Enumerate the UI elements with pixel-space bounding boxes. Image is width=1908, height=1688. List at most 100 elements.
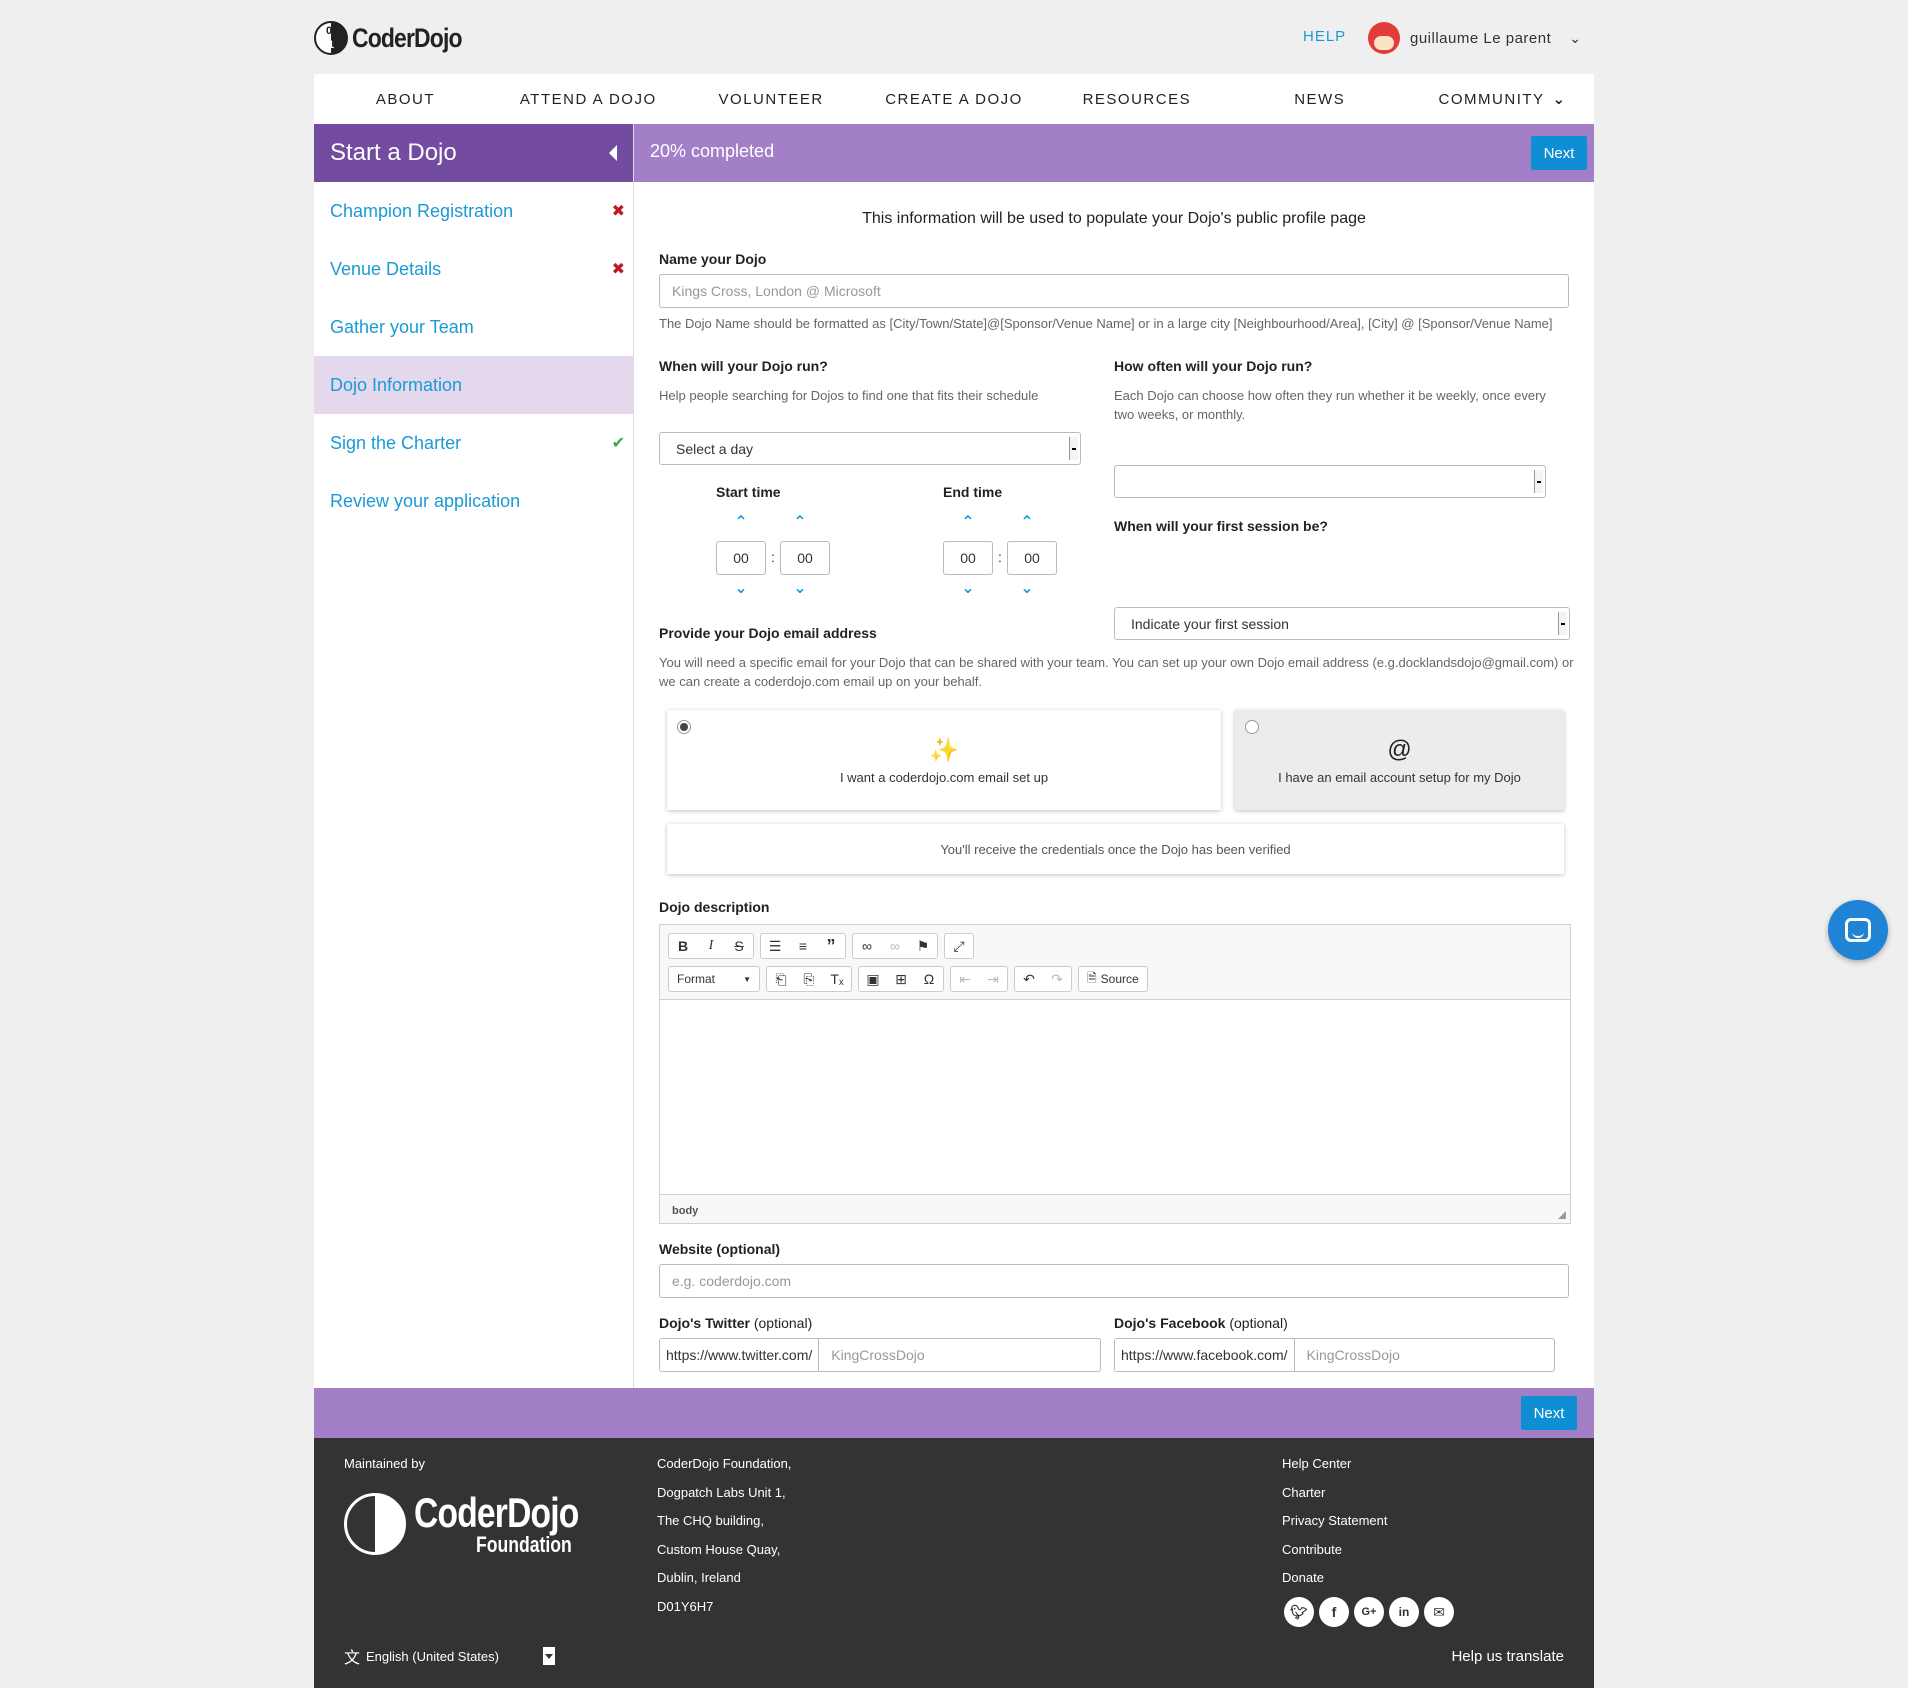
end-minute-input[interactable]: 00 (1007, 541, 1057, 575)
link-icon[interactable]: ∞ (853, 934, 881, 958)
twitter-icon[interactable]: 🐦︎ (1284, 1597, 1314, 1627)
email-option-radio[interactable] (1245, 720, 1259, 734)
facebook-input[interactable]: KingCrossDojo (1295, 1339, 1412, 1371)
dojo-name-input[interactable]: Kings Cross, London @ Microsoft (659, 274, 1569, 308)
help-link[interactable]: HELP (1303, 28, 1346, 45)
sidebar-title: Start a Dojo (330, 139, 457, 166)
end-minute-down-icon[interactable]: ⌄ (1002, 578, 1052, 598)
end-minute-up-icon[interactable]: ⌃ (1002, 512, 1052, 532)
language-selector[interactable]: 文 English (United States) (344, 1644, 555, 1668)
chevron-down-icon: ⌄ (1569, 29, 1582, 46)
when-hint: Help people searching for Dojos to find … (659, 388, 1039, 403)
start-hour-up-icon[interactable]: ⌃ (716, 512, 766, 532)
email-option-label: I want a coderdojo.com email set up (839, 770, 1049, 785)
numbered-list-icon[interactable]: ≡ (789, 934, 817, 958)
bold-icon[interactable]: B (669, 934, 697, 958)
source-button[interactable]: 🗎 Source (1078, 966, 1148, 992)
frequency-select[interactable] (1114, 465, 1546, 498)
facebook-icon[interactable]: f (1319, 1597, 1349, 1627)
indent-icon[interactable]: ⇥ (979, 967, 1007, 991)
email-option-radio[interactable] (677, 720, 691, 734)
footer-link-privacy[interactable]: Privacy Statement (1282, 1513, 1388, 1542)
address-line: Custom House Quay, (657, 1541, 781, 1557)
outdent-icon[interactable]: ⇤ (951, 967, 979, 991)
footer-link-donate[interactable]: Donate (1282, 1570, 1388, 1599)
anchor-flag-icon[interactable]: ⚑ (909, 934, 937, 958)
nav-create-a-dojo[interactable]: CREATE A DOJO (863, 74, 1046, 124)
start-minute-input[interactable]: 00 (780, 541, 830, 575)
paste-text-icon[interactable]: ⎘ (795, 967, 823, 991)
first-session-select[interactable]: Indicate your first session (1114, 607, 1570, 640)
address-line: Dublin, Ireland (657, 1570, 741, 1585)
sidebar-header[interactable]: Start a Dojo (314, 124, 633, 182)
linkedin-icon[interactable]: in (1389, 1597, 1419, 1627)
google-plus-icon[interactable]: G+ (1354, 1597, 1384, 1627)
nav-resources[interactable]: RESOURCES (1045, 74, 1228, 124)
day-select[interactable]: Select a day (659, 432, 1081, 465)
nav-about[interactable]: ABOUT (314, 74, 497, 124)
email-option-coderdojo[interactable]: ✨ I want a coderdojo.com email set up (667, 710, 1221, 810)
toolbar-clipboard: ⎗ ⎘ Tₓ (766, 966, 852, 992)
user-menu[interactable]: guillaume Le parent ⌄ (1368, 20, 1582, 56)
user-name: guillaume Le parent (1410, 29, 1552, 47)
nav-attend-a-dojo[interactable]: ATTEND A DOJO (497, 74, 680, 124)
undo-icon[interactable]: ↶ (1015, 967, 1043, 991)
coderdojo-logo[interactable]: 01 CoderDojo (314, 18, 481, 58)
start-hour-input[interactable]: 00 (716, 541, 766, 575)
dojo-name-hint: The Dojo Name should be formatted as [Ci… (659, 316, 1553, 331)
end-hour-input[interactable]: 00 (943, 541, 993, 575)
help-translate-link[interactable]: Help us translate (1451, 1648, 1564, 1665)
sidebar-item-sign-the-charter[interactable]: Sign the Charter ✔ (314, 414, 633, 472)
email-option-own[interactable]: @ I have an email account setup for my D… (1235, 710, 1564, 810)
redo-icon[interactable]: ↷ (1043, 967, 1071, 991)
nav-community[interactable]: COMMUNITY ⌄ (1411, 74, 1594, 124)
footer-link-charter[interactable]: Charter (1282, 1485, 1388, 1514)
sidebar-item-dojo-information[interactable]: Dojo Information (314, 356, 633, 414)
facebook-input-group[interactable]: https://www.facebook.com/ KingCrossDojo (1114, 1338, 1555, 1372)
unlink-icon[interactable]: ∞ (881, 934, 909, 958)
nav-news[interactable]: NEWS (1228, 74, 1411, 124)
blockquote-icon[interactable]: ” (817, 934, 845, 958)
nav-volunteer[interactable]: VOLUNTEER (680, 74, 863, 124)
chat-launcher[interactable] (1828, 900, 1888, 960)
toolbar-basic-styles: B I S (668, 933, 754, 959)
image-icon[interactable]: ▣ (859, 967, 887, 991)
remove-format-icon[interactable]: Tₓ (823, 967, 851, 991)
special-char-omega-icon[interactable]: Ω (915, 967, 943, 991)
editor-element-path[interactable]: body (672, 1205, 698, 1217)
foundation-logo[interactable]: CoderDojo Foundation (344, 1492, 620, 1556)
sidebar-item-champion-registration[interactable]: Champion Registration ✖ (314, 182, 633, 240)
format-dropdown[interactable]: Format ▼ (668, 966, 760, 992)
maximize-icon[interactable]: ⤢ (945, 934, 973, 958)
footer-link-help-center[interactable]: Help Center (1282, 1456, 1388, 1485)
error-cross-icon: ✖ (611, 203, 625, 220)
time-separator: : (771, 549, 775, 565)
footer: Maintained by CoderDojo Foundation Coder… (314, 1438, 1594, 1688)
end-hour-up-icon[interactable]: ⌃ (943, 512, 993, 532)
sidebar-item-venue-details[interactable]: Venue Details ✖ (314, 240, 633, 298)
start-minute-up-icon[interactable]: ⌃ (775, 512, 825, 532)
twitter-input[interactable]: KingCrossDojo (819, 1339, 936, 1371)
steps-sidebar: Start a Dojo Champion Registration ✖ Ven… (314, 124, 634, 1388)
footer-link-contribute[interactable]: Contribute (1282, 1542, 1388, 1571)
next-button-bottom[interactable]: Next (1521, 1396, 1577, 1430)
start-hour-down-icon[interactable]: ⌄ (716, 578, 766, 598)
strikethrough-icon[interactable]: S (725, 934, 753, 958)
start-minute-down-icon[interactable]: ⌄ (775, 578, 825, 598)
paste-icon[interactable]: ⎗ (767, 967, 795, 991)
sidebar-item-review-your-application[interactable]: Review your application (314, 472, 633, 530)
sidebar-item-gather-your-team[interactable]: Gather your Team (314, 298, 633, 356)
italic-icon[interactable]: I (697, 934, 725, 958)
sidebar-item-label: Review your application (330, 490, 521, 511)
twitter-input-group[interactable]: https://www.twitter.com/ KingCrossDojo (659, 1338, 1101, 1372)
email-envelope-icon[interactable]: ✉ (1424, 1597, 1454, 1627)
bulleted-list-icon[interactable]: ☰ (761, 934, 789, 958)
next-button-top[interactable]: Next (1531, 136, 1587, 170)
editor-content-area[interactable] (660, 999, 1570, 1195)
foundation-logo-line1: CoderDojo (414, 1489, 579, 1536)
website-input[interactable]: e.g. coderdojo.com (659, 1264, 1569, 1298)
end-hour-down-icon[interactable]: ⌄ (943, 578, 993, 598)
resize-handle-icon[interactable] (1558, 1211, 1566, 1219)
collapse-triangle-icon[interactable] (609, 145, 617, 161)
table-icon[interactable]: ⊞ (887, 967, 915, 991)
